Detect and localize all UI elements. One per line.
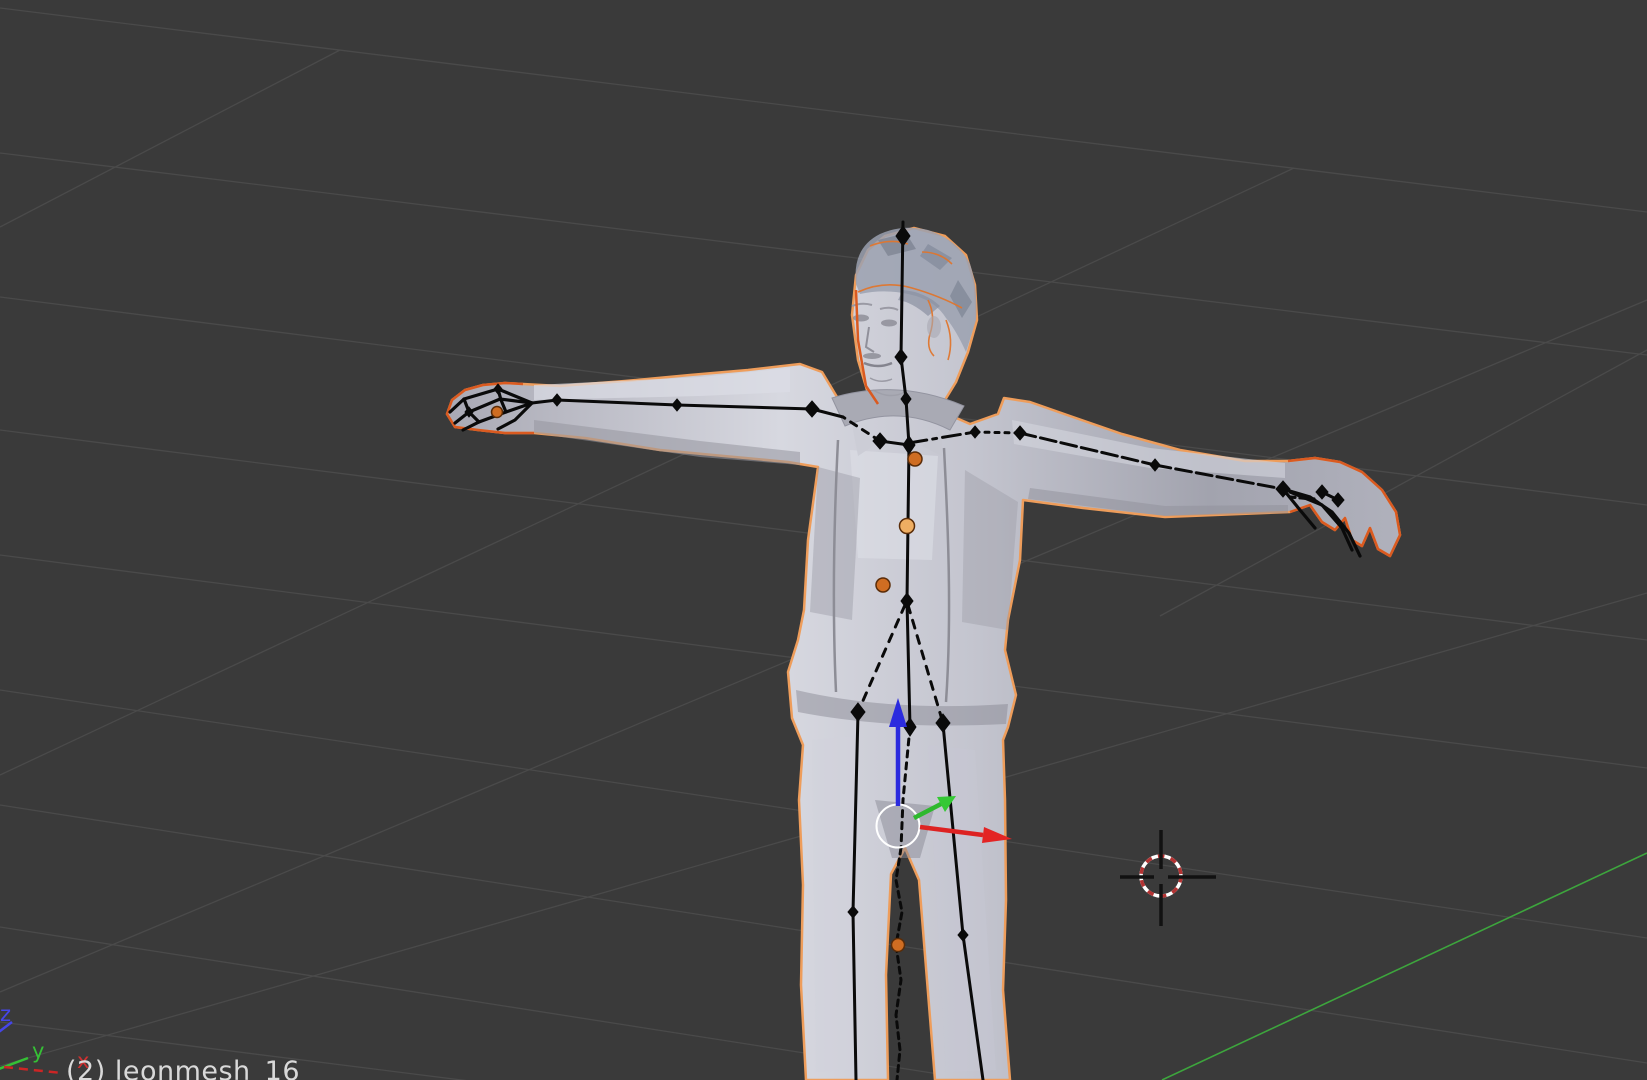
mini-axis-x-line — [3, 1065, 63, 1075]
mini-axis-y-label: y — [32, 1039, 44, 1063]
3d-viewport[interactable]: z y x (2) leonmesh_16 — [0, 0, 1647, 1080]
mini-axis-z-label: z — [0, 1002, 11, 1026]
y-axis-line — [1161, 852, 1647, 1080]
3d-cursor — [1120, 830, 1216, 926]
viewport-status-label: (2) leonmesh_16 — [66, 1056, 301, 1080]
